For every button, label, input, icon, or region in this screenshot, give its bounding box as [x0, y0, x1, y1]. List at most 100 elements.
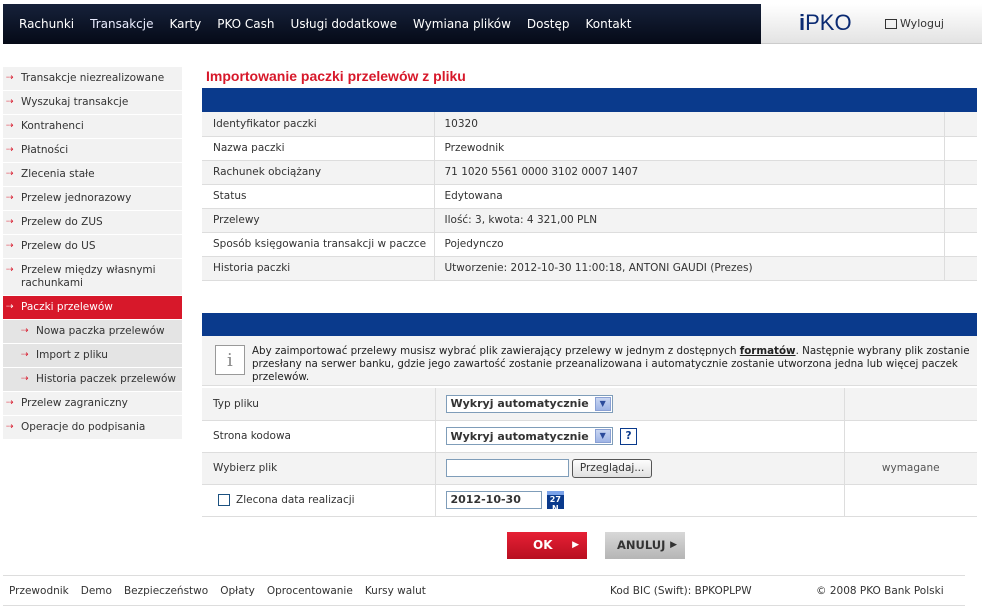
table-row: Identyfikator paczki 10320	[202, 112, 977, 137]
arrow-icon: ⇢	[21, 374, 29, 384]
info-icon: i	[215, 345, 245, 375]
help-icon[interactable]: ?	[620, 427, 638, 445]
chevron-down-icon: ▼	[594, 429, 611, 443]
sidebar-item-operacje-do-podpisania[interactable]: ⇢ Operacje do podpisania	[3, 416, 182, 440]
detail-label: Rachunek obciążany	[202, 160, 434, 185]
calendar-icon[interactable]: 27 N	[546, 491, 564, 513]
sidebar-item-przelew-zus[interactable]: ⇢ Przelew do ZUS	[3, 211, 182, 235]
detail-value: Ilość: 3, kwota: 4 321,00 PLN	[433, 208, 944, 233]
top-nav: Rachunki Transakcje Karty PKO Cash Usług…	[3, 4, 761, 44]
nav-uslugi-dodatkowe[interactable]: Usługi dodatkowe	[291, 17, 398, 31]
detail-label: Sposób księgowania transakcji w paczce	[202, 232, 434, 257]
sidebar-item-wyszukaj-transakcje[interactable]: ⇢ Wyszukaj transakcje	[3, 91, 182, 115]
brand-area: iPKO Wyloguj	[761, 4, 982, 44]
formats-link[interactable]: formatów	[740, 345, 796, 357]
execution-date-input[interactable]: 2012-10-30	[445, 491, 542, 509]
footer-link-przewodnik[interactable]: Przewodnik	[9, 585, 69, 597]
detail-label: Przelewy	[202, 208, 434, 233]
nav-pko-cash[interactable]: PKO Cash	[217, 17, 274, 31]
cancel-button[interactable]: ANULUJ ▶	[605, 532, 685, 559]
file-type-select[interactable]: Wykryj automatycznie ▼	[445, 394, 613, 413]
arrow-icon: ⇢	[6, 217, 14, 227]
footer-links: Przewodnik Demo Bezpieczeństwo Opłaty Op…	[9, 585, 438, 597]
footer-link-bezpieczenstwo[interactable]: Bezpieczeństwo	[124, 585, 208, 597]
nav-transakcje[interactable]: Transakcje	[90, 17, 153, 31]
sidebar-subitem-historia-paczek[interactable]: ⇢ Historia paczek przelewów	[3, 368, 182, 392]
arrow-right-icon: ▶	[670, 540, 677, 550]
footer-link-oprocentowanie[interactable]: Oprocentowanie	[267, 585, 353, 597]
arrow-icon: ⇢	[6, 145, 14, 155]
table-row: Sposób księgowania transakcji w paczce Po…	[202, 232, 977, 257]
arrow-icon: ⇢	[21, 326, 29, 336]
nav-karty[interactable]: Karty	[169, 17, 201, 31]
copyright: © 2008 PKO Bank Polski	[816, 585, 944, 597]
nav-rachunki[interactable]: Rachunki	[19, 17, 74, 31]
import-notice: i Aby zaimportować przelewy musisz wybra…	[202, 336, 977, 386]
arrow-icon: ⇢	[6, 193, 14, 203]
execution-date-label: Zlecona data realizacji	[236, 494, 355, 506]
detail-value: Edytowana	[433, 184, 944, 209]
detail-value: Przewodnik	[433, 136, 944, 161]
table-row: Zlecona data realizacji 2012-10-30 27 N	[202, 484, 977, 517]
import-header-bar	[202, 313, 977, 337]
nav-kontakt[interactable]: Kontakt	[585, 17, 631, 31]
table-row: Status Edytowana	[202, 184, 977, 209]
table-row: Typ pliku Wykryj automatycznie ▼	[202, 388, 977, 421]
batch-details-table: Identyfikator paczki 10320 Nazwa paczki Pr…	[202, 112, 977, 281]
encoding-select[interactable]: Wykryj automatycznie ▼	[445, 427, 613, 445]
detail-label: Status	[202, 184, 434, 209]
table-row: Strona kodowa Wykryj automatycznie ▼ ?	[202, 420, 977, 453]
detail-label: Historia paczki	[202, 256, 434, 281]
detail-label: Nazwa paczki	[202, 136, 434, 161]
sidebar-item-przelew-us[interactable]: ⇢ Przelew do US	[3, 235, 182, 259]
sidebar-item-przelew-wlasne[interactable]: ⇢ Przelew między własnymi rachunkami	[3, 259, 182, 296]
sidebar-item-zlecenia-stale[interactable]: ⇢ Zlecenia stałe	[3, 163, 182, 187]
logout-button[interactable]: Wyloguj	[885, 17, 944, 30]
arrow-icon: ⇢	[6, 241, 14, 251]
arrow-icon: ⇢	[6, 73, 14, 83]
detail-value: 71 1020 5561 0000 3102 0007 1407	[433, 160, 944, 185]
arrow-icon: ⇢	[21, 350, 29, 360]
file-label: Wybierz plik	[202, 452, 435, 485]
required-label: wymagane	[843, 452, 977, 485]
footer-link-oplaty[interactable]: Opłaty	[220, 585, 255, 597]
logout-icon	[885, 18, 897, 29]
arrow-icon: ⇢	[6, 302, 14, 312]
sidebar: ⇢ Transakcje niezrealizowane ⇢ Wyszukaj tr…	[3, 67, 182, 440]
logout-label: Wyloguj	[900, 17, 944, 30]
chevron-down-icon: ▼	[594, 396, 611, 411]
nav-dostep[interactable]: Dostęp	[527, 17, 570, 31]
detail-label: Identyfikator paczki	[202, 112, 434, 137]
detail-value: 10320	[433, 112, 944, 137]
details-header-bar	[202, 88, 977, 112]
table-row: Wybierz plik Przeglądaj... wymagane	[202, 452, 977, 485]
sidebar-subitem-nowa-paczka[interactable]: ⇢ Nowa paczka przelewów	[3, 320, 182, 344]
detail-value: Pojedynczo	[433, 232, 944, 257]
sidebar-item-paczki-przelewow[interactable]: ⇢ Paczki przelewów	[3, 296, 182, 320]
bic-code: Kod BIC (Swift): BPKOPLPW	[610, 585, 752, 597]
sidebar-item-przelew-zagraniczny[interactable]: ⇢ Przelew zagraniczny	[3, 392, 182, 416]
sidebar-subitem-import-z-pliku[interactable]: ⇢ Import z pliku	[3, 344, 182, 368]
footer-link-kursy-walut[interactable]: Kursy walut	[365, 585, 426, 597]
detail-value: Utworzenie: 2012-10-30 11:00:18, ANTONI …	[433, 256, 944, 281]
sidebar-item-przelew-jednorazowy[interactable]: ⇢ Przelew jednorazowy	[3, 187, 182, 211]
browse-button[interactable]: Przeglądaj...	[571, 458, 653, 478]
ipko-logo[interactable]: iPKO	[799, 10, 852, 36]
arrow-icon: ⇢	[6, 422, 14, 432]
table-row: Nazwa paczki Przewodnik	[202, 136, 977, 161]
arrow-right-icon: ▶	[572, 540, 579, 550]
notice-text: Aby zaimportować przelewy musisz wybrać …	[252, 345, 970, 383]
sidebar-item-transakcje-niezrealizowane[interactable]: ⇢ Transakcje niezrealizowane	[3, 67, 182, 91]
footer-link-demo[interactable]: Demo	[81, 585, 112, 597]
file-path-input[interactable]	[445, 459, 569, 477]
nav-wymiana-plikow[interactable]: Wymiana plików	[413, 17, 511, 31]
file-type-label: Typ pliku	[202, 388, 435, 421]
sidebar-item-kontrahenci[interactable]: ⇢ Kontrahenci	[3, 115, 182, 139]
execution-date-checkbox[interactable]	[218, 494, 230, 506]
sidebar-item-platnosci[interactable]: ⇢ Płatności	[3, 139, 182, 163]
arrow-icon: ⇢	[6, 97, 14, 107]
footer: Przewodnik Demo Bezpieczeństwo Opłaty Op…	[3, 575, 965, 606]
ok-button[interactable]: OK ▶	[507, 532, 587, 559]
top-nav-bar: Rachunki Transakcje Karty PKO Cash Usług…	[3, 4, 761, 44]
table-row: Przelewy Ilość: 3, kwota: 4 321,00 PLN	[202, 208, 977, 233]
